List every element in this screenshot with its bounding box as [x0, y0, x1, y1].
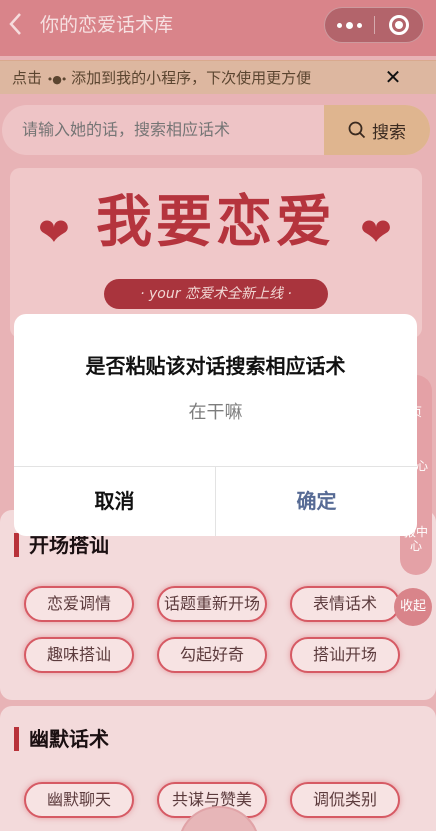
dialog-content: 在干嘛	[188, 402, 243, 423]
paste-search-dialog: 是否粘贴该对话搜索相应话术 在干嘛 取消 确定	[14, 314, 417, 536]
confirm-button[interactable]: 确定	[216, 467, 417, 536]
cancel-button[interactable]: 取消	[14, 467, 215, 536]
dialog-title: 是否粘贴该对话搜索相应话术	[85, 354, 346, 378]
